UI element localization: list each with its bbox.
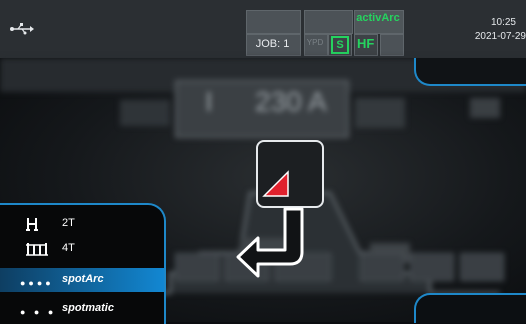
menu-item-label: spotArc <box>62 273 104 285</box>
menu-item-spotmatic[interactable]: ● ● ● spotmatic <box>0 297 164 321</box>
status-slot-2 <box>304 10 353 34</box>
status-slot-1 <box>246 10 301 34</box>
job-label: JOB: 1 <box>255 38 290 50</box>
dots-3-icon: ● ● ● <box>20 307 57 317</box>
blurred-wave-icon <box>470 98 500 118</box>
hf-indicator: HF <box>357 36 375 51</box>
triangle-red-icon <box>262 170 289 197</box>
current-value: 230 A <box>255 86 327 117</box>
return-arrow-icon <box>236 207 304 278</box>
menu-item-2t[interactable]: 2T <box>0 212 164 236</box>
corner-panel-top-right <box>414 58 526 86</box>
menu-item-spotarc[interactable]: ●●●● spotArc <box>0 268 164 292</box>
menu-item-label: 4T <box>62 242 75 254</box>
clock-date: 2021-07-29 <box>474 31 526 42</box>
current-symbol: I <box>205 86 213 117</box>
param-pill <box>360 253 404 281</box>
dots-4-icon: ●●●● <box>20 278 54 288</box>
voltage-display <box>355 98 405 128</box>
status-slot-last <box>380 34 404 56</box>
selection-preview <box>256 140 324 208</box>
menu-item-4t[interactable]: 4T <box>0 237 164 261</box>
s-indicator: S <box>331 36 349 54</box>
param-pill <box>460 253 504 281</box>
small-status-label: YPD <box>306 38 324 47</box>
activarc-label: activArc <box>356 12 400 24</box>
4t-icon <box>26 243 48 256</box>
usb-icon <box>10 23 34 35</box>
clock-time: 10:25 <box>490 17 516 28</box>
menu-item-label: spotmatic <box>62 302 114 314</box>
2t-icon <box>26 218 38 231</box>
corner-panel-bottom-right <box>414 293 526 323</box>
menu-item-label: 2T <box>62 217 75 229</box>
param-pill <box>410 253 454 281</box>
status-bar: activArc JOB: 1 YPD S HF 10:25 2021-07-2… <box>0 0 526 58</box>
blurred-tab <box>120 100 170 126</box>
param-pill <box>175 253 219 281</box>
